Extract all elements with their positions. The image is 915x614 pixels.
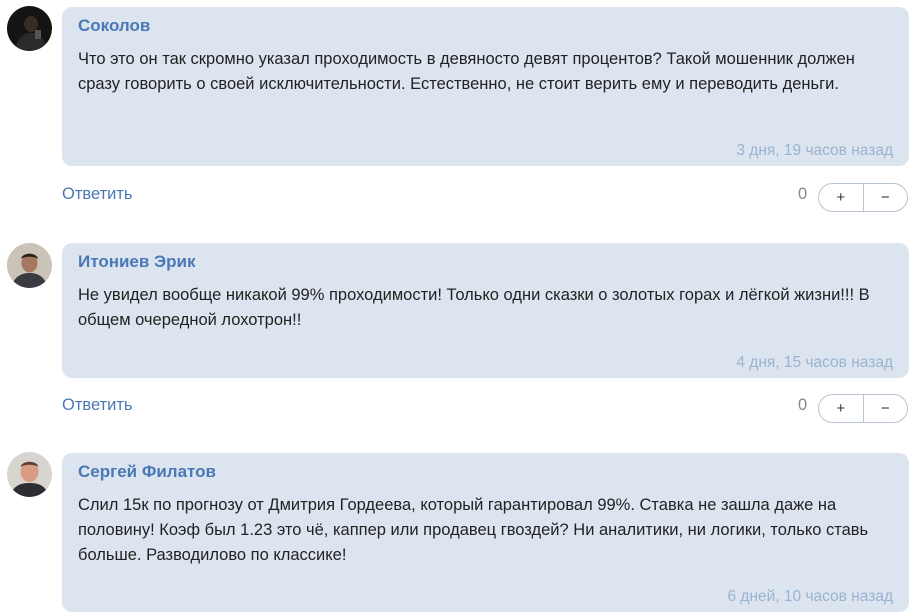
- vote-score: 0: [798, 185, 808, 203]
- comment-author[interactable]: Соколов: [78, 16, 150, 36]
- comment-timestamp: 3 дня, 19 часов назад: [736, 142, 893, 159]
- upvote-button[interactable]: +: [819, 184, 863, 211]
- comment-bubble: Итониев Эрик Не увидел вообще никакой 99…: [62, 243, 909, 378]
- comment-text: Что это он так скромно указал проходимос…: [78, 50, 855, 93]
- comment-text: Не увидел вообще никакой 99% проходимост…: [78, 286, 870, 329]
- avatar[interactable]: [7, 452, 52, 497]
- vote-score: 0: [798, 396, 808, 414]
- comment: Соколов Что это он так скромно указал пр…: [0, 0, 915, 214]
- downvote-button[interactable]: −: [862, 395, 908, 422]
- upvote-button[interactable]: +: [819, 395, 863, 422]
- comment-bubble: Сергей Филатов Слил 15к по прогнозу от Д…: [62, 453, 909, 612]
- avatar[interactable]: [7, 243, 52, 288]
- downvote-button[interactable]: −: [862, 184, 908, 211]
- comment-timestamp: 4 дня, 15 часов назад: [736, 354, 893, 371]
- comment-text: Слил 15к по прогнозу от Дмитрия Гордеева…: [78, 496, 869, 564]
- avatar[interactable]: [7, 6, 52, 51]
- comment-author[interactable]: Сергей Филатов: [78, 462, 216, 482]
- vote-control: + −: [818, 183, 908, 212]
- vote-control: + −: [818, 394, 908, 423]
- comment-bubble: Соколов Что это он так скромно указал пр…: [62, 7, 909, 166]
- reply-link[interactable]: Ответить: [62, 396, 133, 415]
- comment: Сергей Филатов Слил 15к по прогнозу от Д…: [0, 440, 915, 614]
- comment: Итониев Эрик Не увидел вообще никакой 99…: [0, 230, 915, 430]
- comment-author[interactable]: Итониев Эрик: [78, 252, 196, 272]
- comment-timestamp: 6 дней, 10 часов назад: [727, 588, 893, 605]
- reply-link[interactable]: Ответить: [62, 185, 133, 204]
